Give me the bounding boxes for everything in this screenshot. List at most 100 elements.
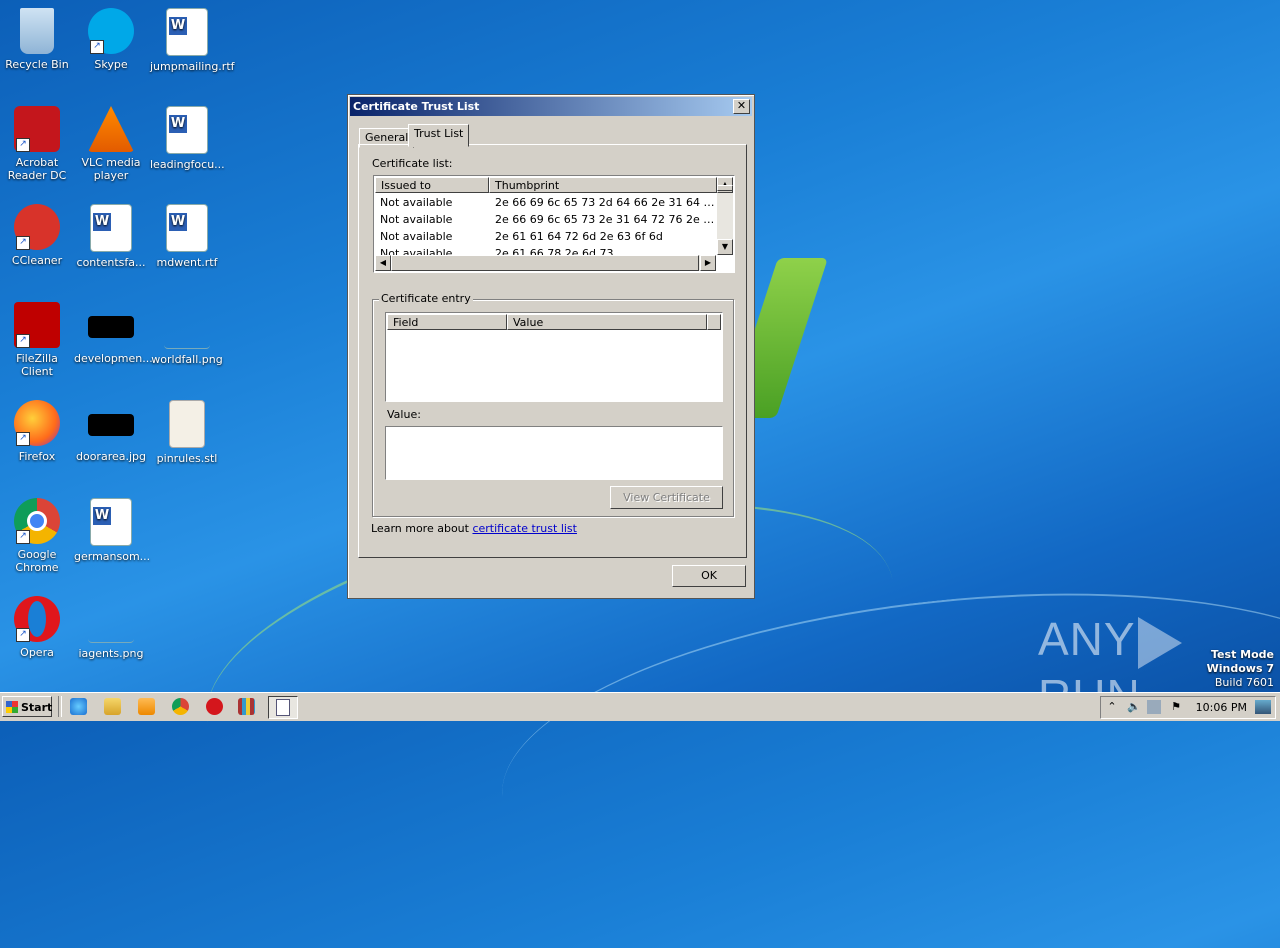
desktop-icon-ccleaner[interactable]: ↗ CCleaner xyxy=(0,204,74,267)
chrome-icon[interactable] xyxy=(172,698,189,715)
desktop-icon-doorarea[interactable]: doorarea.jpg xyxy=(74,400,148,463)
value-label: Value: xyxy=(387,408,421,421)
learn-more-text: Learn more about certificate trust list xyxy=(371,522,577,535)
scroll-thumb[interactable] xyxy=(717,185,733,191)
cell-issued-to: Not available xyxy=(380,196,453,209)
certificate-list[interactable]: Issued to Thumbprint Not available 2e 66… xyxy=(373,175,735,273)
word-document-icon xyxy=(166,204,208,252)
word-document-icon xyxy=(90,498,132,546)
dialog-title: Certificate Trust List xyxy=(353,100,480,113)
cell-thumbprint: 2e 66 69 6c 65 73 2e 31 64 72 76 2e 63 6… xyxy=(495,213,717,226)
skype-icon: ↗ xyxy=(88,8,134,54)
opera-icon: ↗ xyxy=(14,596,60,642)
cell-thumbprint: 2e 61 61 64 72 6d 2e 63 6f 6d xyxy=(495,230,663,243)
desktop-icon-leadingfocu[interactable]: leadingfocu... xyxy=(150,106,225,171)
word-document-icon xyxy=(166,8,208,56)
desktop-icon-germansom[interactable]: germansom... xyxy=(74,498,150,563)
media-player-icon[interactable] xyxy=(138,698,155,715)
scroll-right-icon[interactable]: ▶ xyxy=(700,255,716,271)
column-header-field[interactable]: Field xyxy=(387,314,507,330)
image-thumbnail-icon xyxy=(88,414,134,436)
certificate-list-label: Certificate list: xyxy=(372,157,453,170)
file-explorer-icon[interactable] xyxy=(104,698,121,715)
play-icon xyxy=(1137,616,1182,669)
build-line: Build 7601 xyxy=(1214,676,1274,689)
word-document-icon xyxy=(166,106,208,154)
desktop-icon-opera[interactable]: ↗ Opera xyxy=(0,596,74,659)
certificate-entry-label: Certificate entry xyxy=(379,292,473,305)
scroll-left-icon[interactable]: ◀ xyxy=(375,255,391,271)
ok-button[interactable]: OK xyxy=(672,565,746,587)
image-thumbnail-icon xyxy=(88,316,134,338)
show-desktop-icon[interactable] xyxy=(1255,700,1271,714)
desktop-icon-worldfall[interactable]: worldfall.png xyxy=(150,302,224,366)
image-thumbnail-icon xyxy=(164,302,210,349)
system-tray: ⌃ 🔈 ⚑ 10:06 PM xyxy=(1100,696,1276,719)
firefox-icon: ↗ xyxy=(14,400,60,446)
learn-more-prefix: Learn more about xyxy=(371,522,473,535)
acrobat-icon: ↗ xyxy=(14,106,60,152)
trust-list-panel: Certificate list: Issued to Thumbprint N… xyxy=(358,144,747,558)
desktop-icon-iagents[interactable]: iagents.png xyxy=(74,596,148,660)
desktop-icon-contentsfa[interactable]: contentsfa... xyxy=(74,204,148,269)
desktop-icon-vlc[interactable]: VLC media player xyxy=(74,106,148,182)
view-certificate-button[interactable]: View Certificate xyxy=(610,486,723,509)
show-hidden-icons-icon[interactable]: ⌃ xyxy=(1105,700,1119,714)
value-textbox[interactable] xyxy=(385,426,723,480)
clock[interactable]: 10:06 PM xyxy=(1196,697,1247,718)
taskbar-separator xyxy=(58,696,62,717)
certificate-trust-list-dialog: Certificate Trust List ✕ General Trust L… xyxy=(347,94,755,599)
certificate-trust-list-link[interactable]: certificate trust list xyxy=(472,522,577,535)
volume-icon[interactable]: 🔈 xyxy=(1127,700,1141,714)
ccleaner-icon: ↗ xyxy=(14,204,60,250)
desktop-icon-acrobat[interactable]: ↗ Acrobat Reader DC xyxy=(0,106,74,182)
winrar-icon[interactable] xyxy=(238,698,255,715)
close-icon: ✕ xyxy=(736,99,747,112)
test-mode-notice: Test Mode Windows 7 Build 7601 xyxy=(1207,648,1274,690)
desktop-icon-filezilla[interactable]: ↗ FileZilla Client xyxy=(0,302,74,378)
tab-trust-list[interactable]: Trust List xyxy=(408,124,470,147)
image-thumbnail-icon xyxy=(88,596,134,643)
taskbar-certificate-window[interactable] xyxy=(268,696,298,719)
os-version-line: Windows 7 xyxy=(1206,662,1274,675)
vertical-scrollbar[interactable]: ▲ ▼ xyxy=(717,177,733,255)
column-header-filler xyxy=(707,314,721,330)
horizontal-scrollbar[interactable]: ◀ ▶ xyxy=(375,255,716,271)
desktop-icon-jumpmailing[interactable]: jumpmailing.rtf xyxy=(150,8,235,73)
opera-icon[interactable] xyxy=(206,698,223,715)
recycle-bin-icon xyxy=(20,8,54,54)
watermark-text-left: ANY xyxy=(1038,613,1136,665)
certificate-file-icon xyxy=(169,400,205,448)
desktop-icon-mdwent[interactable]: mdwent.rtf xyxy=(150,204,224,269)
chrome-icon: ↗ xyxy=(14,498,60,544)
certificate-entry-list[interactable]: Field Value xyxy=(385,312,723,402)
network-icon[interactable] xyxy=(1147,700,1161,714)
scroll-thumb[interactable] xyxy=(391,255,699,271)
start-button[interactable]: Start xyxy=(2,696,52,717)
internet-explorer-icon[interactable] xyxy=(70,698,87,715)
word-document-icon xyxy=(90,204,132,252)
cell-issued-to: Not available xyxy=(380,230,453,243)
taskbar: Start ⌃ 🔈 ⚑ 10:06 PM xyxy=(0,692,1280,721)
certificate-entry-group: Certificate entry Field Value Value: Vie… xyxy=(372,292,734,517)
action-center-flag-icon[interactable]: ⚑ xyxy=(1169,700,1183,714)
close-button[interactable]: ✕ xyxy=(733,99,750,114)
column-header-thumbprint[interactable]: Thumbprint xyxy=(489,177,717,193)
desktop-icon-skype[interactable]: ↗ Skype xyxy=(74,8,148,71)
desktop-icon-chrome[interactable]: ↗ Google Chrome xyxy=(0,498,74,574)
dialog-titlebar[interactable]: Certificate Trust List ✕ xyxy=(350,97,752,116)
cell-thumbprint: 2e 66 69 6c 65 73 2d 64 66 2e 31 64 72 7… xyxy=(495,196,717,209)
document-icon xyxy=(276,699,290,716)
desktop-icon-firefox[interactable]: ↗ Firefox xyxy=(0,400,74,463)
column-header-value[interactable]: Value xyxy=(507,314,707,330)
test-mode-line: Test Mode xyxy=(1211,648,1274,661)
vlc-cone-icon xyxy=(88,106,134,152)
tab-label: General xyxy=(365,131,409,144)
filezilla-icon: ↗ xyxy=(14,302,60,348)
cell-issued-to: Not available xyxy=(380,213,453,226)
column-header-issued-to[interactable]: Issued to xyxy=(375,177,489,193)
desktop-icon-recycle-bin[interactable]: Recycle Bin xyxy=(0,8,74,71)
scroll-down-icon[interactable]: ▼ xyxy=(717,239,733,255)
desktop-icon-developmen[interactable]: developmen... xyxy=(74,302,153,365)
desktop-icon-pinrules[interactable]: pinrules.stl xyxy=(150,400,224,465)
